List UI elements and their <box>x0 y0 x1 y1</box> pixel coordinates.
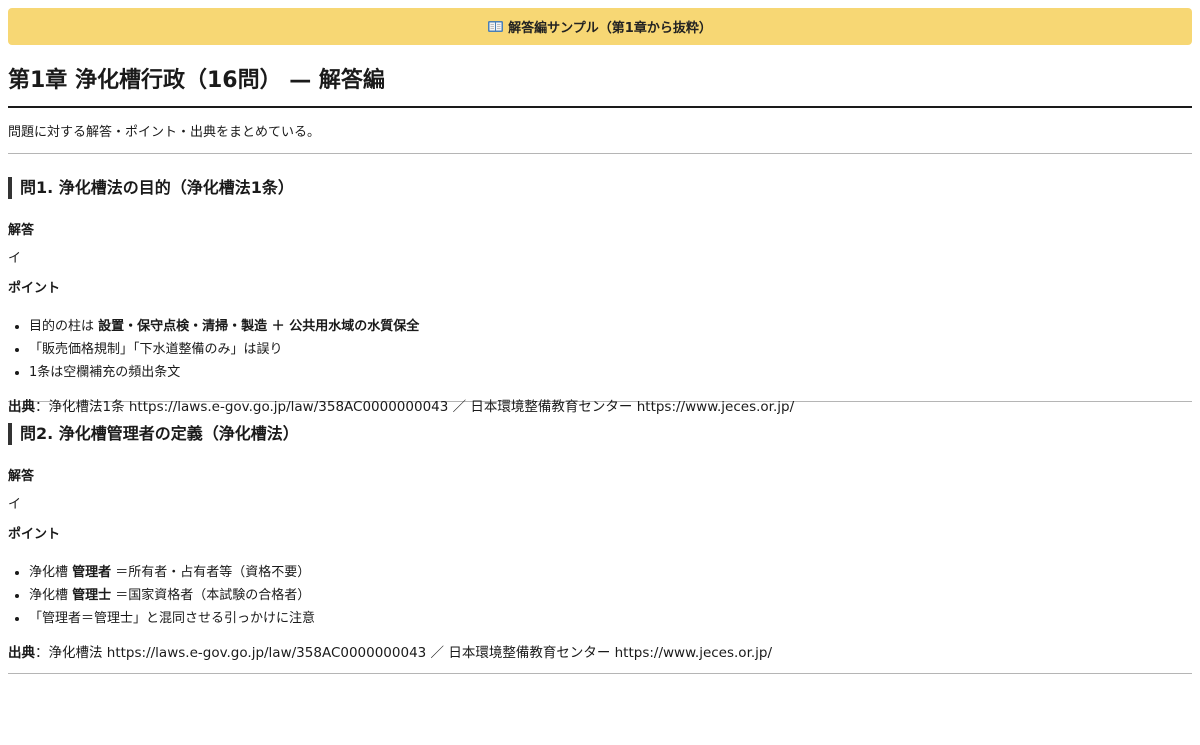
source-text: ：浄化槽法1条 https://laws.e-gov.go.jp/law/358… <box>35 399 795 415</box>
point-item: 1条は空欄補充の頻出条文 <box>29 361 1192 384</box>
point-item: 目的の柱は 設置・保守点検・清掃・製造 ＋ 公共用水域の水質保全 <box>29 315 1192 338</box>
sample-banner: 解答編サンプル（第1章から抜粋） <box>8 8 1192 45</box>
answer-label: 解答 <box>8 469 35 484</box>
question-title: 問1. 浄化槽法の目的（浄化槽法1条） <box>8 177 1192 199</box>
banner-text: 解答編サンプル（第1章から抜粋） <box>508 21 712 36</box>
point-item: 浄化槽 管理者 ＝所有者・占有者等（資格不要） <box>29 561 1192 584</box>
source-text: ：浄化槽法 https://laws.e-gov.go.jp/law/358AC… <box>35 645 773 661</box>
answer-value: イ <box>8 497 22 512</box>
question-2: 問2. 浄化槽管理者の定義（浄化槽法） 解答 イ ポイント 浄化槽 管理者 ＝所… <box>8 402 1192 674</box>
points-list: 目的の柱は 設置・保守点検・清掃・製造 ＋ 公共用水域の水質保全 「販売価格規制… <box>8 315 1192 384</box>
question-1: 問1. 浄化槽法の目的（浄化槽法1条） 解答 イ ポイント 目的の柱は 設置・保… <box>8 154 1192 415</box>
point-item: 「管理者＝管理士」と混同させる引っかけに注意 <box>29 607 1192 630</box>
answer-value: イ <box>8 251 22 266</box>
points-label: ポイント <box>8 527 61 542</box>
source-label: 出典 <box>8 399 35 415</box>
answer-label: 解答 <box>8 223 35 238</box>
intro-text: 問題に対する解答・ポイント・出典をまとめている。 <box>8 108 1192 154</box>
answer-page: 第1章 浄化槽行政（16問） — 解答編 問題に対する解答・ポイント・出典をまと… <box>8 60 1192 674</box>
book-icon <box>488 21 504 32</box>
page-title: 第1章 浄化槽行政（16問） — 解答編 <box>8 60 1192 108</box>
question-title: 問2. 浄化槽管理者の定義（浄化槽法） <box>8 423 1192 445</box>
source-line: 出典：浄化槽法 https://laws.e-gov.go.jp/law/358… <box>8 644 1192 662</box>
point-item: 浄化槽 管理士 ＝国家資格者（本試験の合格者） <box>29 584 1192 607</box>
points-label: ポイント <box>8 281 61 296</box>
source-label: 出典 <box>8 645 35 661</box>
point-item: 「販売価格規制」「下水道整備のみ」は誤り <box>29 338 1192 361</box>
points-list: 浄化槽 管理者 ＝所有者・占有者等（資格不要） 浄化槽 管理士 ＝国家資格者（本… <box>8 561 1192 630</box>
